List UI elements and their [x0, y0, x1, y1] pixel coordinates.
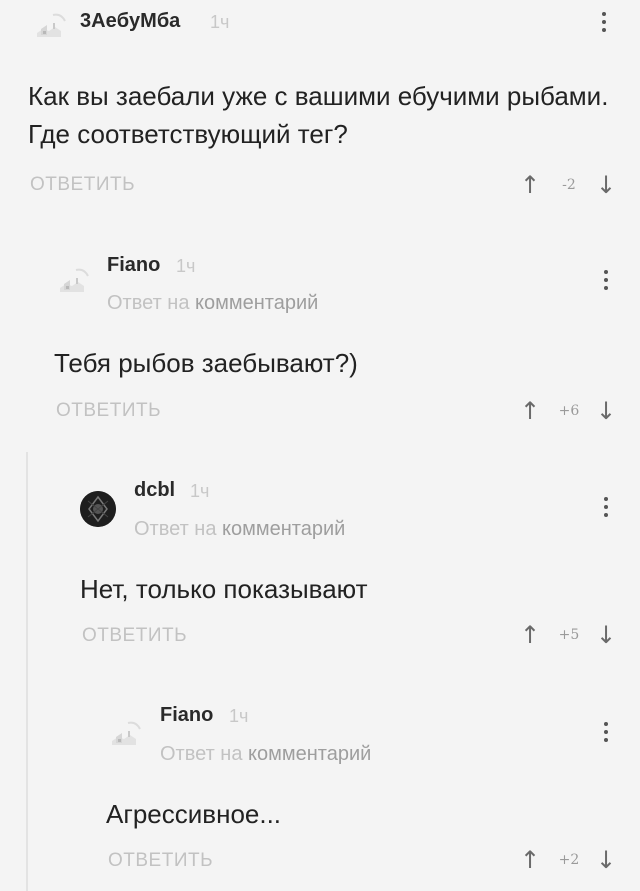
reply-button[interactable]: ОТВЕТИТЬ — [30, 174, 135, 196]
more-vertical-icon[interactable] — [601, 12, 607, 36]
arrow-up-icon[interactable]: ↑ — [520, 620, 540, 650]
reply-to-link[interactable]: комментарий — [222, 518, 345, 540]
reply-to-prefix: Ответ на — [107, 292, 190, 314]
reply-button[interactable]: ОТВЕТИТЬ — [82, 625, 187, 647]
comment: dcbl 1ч Ответ на комментарий Нет, только… — [0, 465, 640, 665]
user-photo-avatar — [80, 491, 116, 527]
comment-text: Нет, только показывают — [80, 574, 368, 604]
arrow-down-icon[interactable]: ↓ — [596, 396, 616, 426]
reply-to-prefix: Ответ на — [134, 518, 217, 540]
username[interactable]: Fiano — [160, 704, 213, 727]
vote-controls: ↑ +6 ↓ — [520, 396, 620, 426]
comments-thread: 3AeбyMбa 1ч Как вы заебали уже с вашими … — [0, 0, 640, 891]
vote-controls: ↑ +5 ↓ — [520, 620, 620, 650]
username[interactable]: 3AeбyMбa — [80, 10, 180, 33]
rating-value: +6 — [558, 403, 580, 419]
vote-controls: ↑ -2 ↓ — [520, 170, 620, 200]
default-avatar-icon — [112, 721, 141, 745]
default-avatar-icon — [37, 13, 66, 37]
avatar[interactable] — [106, 715, 142, 751]
reply-to-prefix: Ответ на — [160, 743, 243, 765]
default-avatar-icon — [60, 268, 89, 292]
rating-value: +5 — [558, 627, 580, 643]
timestamp: 1ч — [190, 481, 210, 501]
timestamp: 1ч — [229, 706, 249, 726]
more-vertical-icon[interactable] — [603, 270, 609, 294]
vote-controls: ↑ +2 ↓ — [520, 845, 620, 875]
rating-value: -2 — [562, 177, 576, 193]
rating-value: +2 — [558, 852, 580, 868]
timestamp: 1ч — [176, 256, 196, 276]
arrow-down-icon[interactable]: ↓ — [596, 620, 616, 650]
comment-text: Как вы заебали уже с вашими ебучими рыба… — [28, 81, 609, 149]
arrow-up-icon[interactable]: ↑ — [520, 396, 540, 426]
arrow-up-icon[interactable]: ↑ — [520, 845, 540, 875]
comment-text: Тебя рыбов заебывают?) — [54, 348, 358, 378]
username[interactable]: Fiano — [107, 254, 160, 277]
avatar[interactable] — [54, 262, 90, 298]
more-vertical-icon[interactable] — [603, 497, 609, 521]
comment-text: Агрессивное... — [106, 799, 282, 829]
timestamp: 1ч — [210, 12, 230, 32]
reply-to-line: Ответ на комментарий — [107, 292, 318, 315]
comment: Fiano 1ч Ответ на комментарий Тебя рыбов… — [0, 240, 640, 440]
reply-to-link[interactable]: комментарий — [248, 743, 371, 765]
reply-to-line: Ответ на комментарий — [160, 743, 371, 766]
arrow-down-icon[interactable]: ↓ — [596, 845, 616, 875]
reply-to-line: Ответ на комментарий — [134, 518, 345, 541]
reply-button[interactable]: ОТВЕТИТЬ — [56, 400, 161, 422]
arrow-down-icon[interactable]: ↓ — [596, 170, 616, 200]
comment: 3AeбyMбa 1ч Как вы заебали уже с вашими … — [0, 0, 640, 215]
reply-to-link[interactable]: комментарий — [195, 292, 318, 314]
avatar[interactable] — [31, 7, 67, 43]
arrow-up-icon[interactable]: ↑ — [520, 170, 540, 200]
more-vertical-icon[interactable] — [603, 722, 609, 746]
username[interactable]: dcbl — [134, 479, 175, 502]
reply-button[interactable]: ОТВЕТИТЬ — [108, 850, 213, 872]
comment: Fiano 1ч Ответ на комментарий Агрессивно… — [0, 690, 640, 891]
avatar[interactable] — [80, 491, 116, 527]
